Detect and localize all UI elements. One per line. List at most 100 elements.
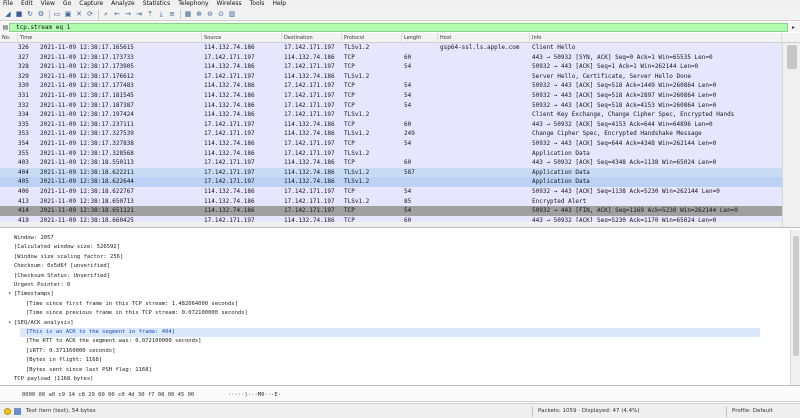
back-arrow-icon[interactable]: ← — [112, 9, 122, 19]
packet-cell-len: 54 — [404, 63, 412, 71]
detail-tree-item[interactable]: ▾ [SEQ/ACK analysis] — [8, 319, 708, 328]
detail-tree-item[interactable]: TCP payload (1168 bytes) — [8, 375, 708, 384]
packet-row[interactable]: 330 2021-11-09 12:38:17.177483 114.132.74.… — [0, 81, 782, 91]
detail-tree-item[interactable]: [Window size scaling factor: 256] — [8, 253, 708, 262]
detail-tree-item[interactable]: Window: 2057 — [8, 234, 708, 243]
detail-tree-item[interactable]: ▾ [Timestamps] — [8, 290, 708, 299]
detail-tree-item[interactable]: Urgent Pointer: 0 — [8, 281, 708, 290]
packet-row[interactable]: 332 2021-11-09 12:38:17.187387 114.132.74.… — [0, 100, 782, 111]
packet-row[interactable]: 326 2021-11-09 12:38:17.165615 114.132.74.… — [0, 43, 782, 53]
packet-row[interactable]: 353 2021-11-09 12:38:17.327539 17.142.171.… — [0, 129, 782, 139]
display-filter-input[interactable] — [9, 22, 788, 32]
bytes-hex-line[interactable]: 0000 00 a0 c9 14 c8 29 00 00 c0 4d 30 f7… — [22, 391, 194, 399]
menu-capture[interactable]: Capture — [79, 0, 103, 8]
packet-row[interactable]: 413 2021-11-09 12:38:18.650713 114.132.74.… — [0, 196, 782, 207]
detail-tree-item[interactable]: [iRTT: 0.371160000 seconds] — [20, 347, 720, 356]
detail-tree-item[interactable]: [Bytes sent since last PSH flag: 1168] — [20, 366, 720, 375]
filter-expression-icon[interactable]: ▸ — [789, 23, 798, 32]
detail-tree-item[interactable]: [Bytes in flight: 1168] — [20, 356, 720, 365]
packet-list-scroll-thumb[interactable] — [787, 45, 797, 69]
reload-icon[interactable]: ⟳ — [85, 9, 95, 19]
details-scroll-thumb[interactable] — [793, 236, 799, 356]
detail-tree-item[interactable]: [This is an ACK to the segment in frame:… — [20, 328, 760, 338]
packet-cell-time: 2021-11-09 12:38:18.622211 — [40, 168, 134, 176]
packet-row[interactable]: 355 2021-11-09 12:38:17.328568 114.132.74.… — [0, 148, 782, 159]
column-header-host[interactable]: Host — [438, 33, 530, 43]
normal-size-icon[interactable]: ⊙ — [216, 9, 226, 19]
menu-tools[interactable]: Tools — [250, 0, 265, 8]
packet-row[interactable]: 334 2021-11-09 12:38:17.197424 114.132.74.… — [0, 110, 782, 120]
bytes-ascii-line[interactable]: ·····)···M0···E· — [228, 391, 281, 399]
packet-row[interactable]: 406 2021-11-09 12:38:18.622767 114.132.74.… — [0, 186, 782, 197]
packet-cell-time: 2021-11-09 12:38:18.651121 — [40, 207, 134, 215]
packet-row[interactable]: 327 2021-11-09 12:38:17.173733 17.142.171.… — [0, 52, 782, 63]
packet-cell-info: 50932 → 443 [ACK] Seq=1 Ack=1 Win=262144… — [532, 63, 699, 71]
menu-file[interactable]: File — [3, 0, 13, 8]
packet-row[interactable]: 354 2021-11-09 12:38:17.327838 114.132.74.… — [0, 138, 782, 149]
close-file-icon[interactable]: ✕ — [74, 9, 84, 19]
packet-list-scrollbar[interactable] — [782, 43, 800, 227]
menu-help[interactable]: Help — [272, 0, 286, 8]
detail-tree-item[interactable]: [Time since first frame in this TCP stre… — [20, 300, 720, 309]
column-header-time[interactable]: Time — [18, 33, 202, 43]
zoom-in-icon[interactable]: ⊕ — [194, 9, 204, 19]
packet-cell-src: 17.142.171.197 — [204, 159, 255, 167]
expert-info-icon[interactable] — [4, 408, 11, 415]
packet-row[interactable]: 404 2021-11-09 12:38:18.622211 17.142.171.… — [0, 167, 782, 178]
column-header-protocol[interactable]: Protocol — [342, 33, 402, 43]
packet-row[interactable]: 328 2021-11-09 12:38:17.173905 114.132.74.… — [0, 62, 782, 72]
packet-row[interactable]: 414 2021-11-09 12:38:18.651121 114.132.74.… — [0, 206, 782, 216]
detail-tree-item[interactable]: [The RTT to ACK the segment was: 0.07210… — [20, 337, 720, 346]
detail-tree-item[interactable]: [Checksum Status: Unverified] — [8, 272, 708, 281]
menu-analyze[interactable]: Analyze — [111, 0, 135, 8]
colorize-icon[interactable]: ▦ — [183, 9, 193, 19]
options-gear-icon[interactable]: ⚙ — [36, 9, 46, 19]
menu-wireless[interactable]: Wireless — [217, 0, 242, 8]
status-profile[interactable]: Profile: Default — [732, 407, 773, 416]
save-file-icon[interactable]: ▣ — [63, 9, 73, 19]
last-packet-icon[interactable]: ⤓ — [156, 9, 166, 19]
detail-tree-item[interactable]: [Calculated window size: 526592] — [8, 243, 708, 252]
go-to-packet-icon[interactable]: ⇥ — [134, 9, 144, 19]
forward-arrow-icon[interactable]: → — [123, 9, 133, 19]
packet-row[interactable]: 405 2021-11-09 12:38:18.622644 17.142.171.… — [0, 177, 782, 187]
packet-cell-time: 2021-11-09 12:38:18.622767 — [40, 187, 134, 195]
stop-icon[interactable]: ■ — [14, 9, 24, 19]
column-header-destination[interactable]: Destination — [282, 33, 342, 43]
menu-view[interactable]: View — [41, 0, 55, 8]
packet-cell-proto: TCP — [344, 101, 355, 109]
packet-list-horizontal-scrollbar[interactable] — [0, 222, 782, 227]
menu-go[interactable]: Go — [63, 0, 71, 8]
packet-row[interactable]: 335 2021-11-09 12:38:17.237111 17.142.171.… — [0, 119, 782, 130]
column-header-info[interactable]: Info — [530, 33, 782, 43]
detail-tree-text: Checksum: 0x5d6f [unverified] — [14, 263, 111, 270]
packet-row[interactable]: 331 2021-11-09 12:38:17.181545 114.132.74.… — [0, 90, 782, 101]
first-packet-icon[interactable]: ⤒ — [145, 9, 155, 19]
capture-file-properties-icon[interactable] — [14, 408, 21, 415]
menu-telephony[interactable]: Telephony — [178, 0, 208, 8]
packet-row[interactable]: 329 2021-11-09 12:38:17.176612 17.142.171.… — [0, 71, 782, 82]
packet-cell-dst: 17.142.171.197 — [284, 149, 335, 157]
packet-cell-src: 114.132.74.186 — [204, 101, 255, 109]
zoom-out-icon[interactable]: ⊖ — [205, 9, 215, 19]
resize-columns-icon[interactable]: ▥ — [227, 9, 237, 19]
open-folder-icon[interactable]: ▭ — [52, 9, 62, 19]
shark-fin-icon[interactable]: ◢ — [3, 9, 13, 19]
packet-row[interactable]: 403 2021-11-09 12:38:18.550113 17.142.171.… — [0, 158, 782, 168]
find-icon[interactable]: ⌕ — [101, 9, 111, 19]
autoscroll-icon[interactable]: ≡ — [167, 9, 177, 19]
detail-tree-item[interactable]: [Time since previous frame in this TCP s… — [20, 309, 720, 318]
detail-tree-item[interactable]: Checksum: 0x5d6f [unverified] — [8, 262, 708, 271]
details-scrollbar[interactable] — [790, 230, 800, 385]
packet-cell-src: 17.142.171.197 — [204, 53, 255, 61]
column-header-source[interactable]: Source — [202, 33, 282, 43]
restart-icon[interactable]: ↻ — [25, 9, 35, 19]
filter-bookmark-icon[interactable]: ▤ — [2, 23, 9, 32]
column-header-length[interactable]: Length — [402, 33, 438, 43]
column-header-no[interactable]: No. — [0, 33, 18, 43]
menu-statistics[interactable]: Statistics — [143, 0, 170, 8]
menu-edit[interactable]: Edit — [21, 0, 33, 8]
packet-cell-len: 587 — [404, 168, 415, 176]
packet-cell-time: 2021-11-09 12:38:17.173905 — [40, 63, 134, 71]
packet-cell-info: 50932 → 443 [ACK] Seq=518 Ack=2897 Win=2… — [532, 91, 717, 99]
